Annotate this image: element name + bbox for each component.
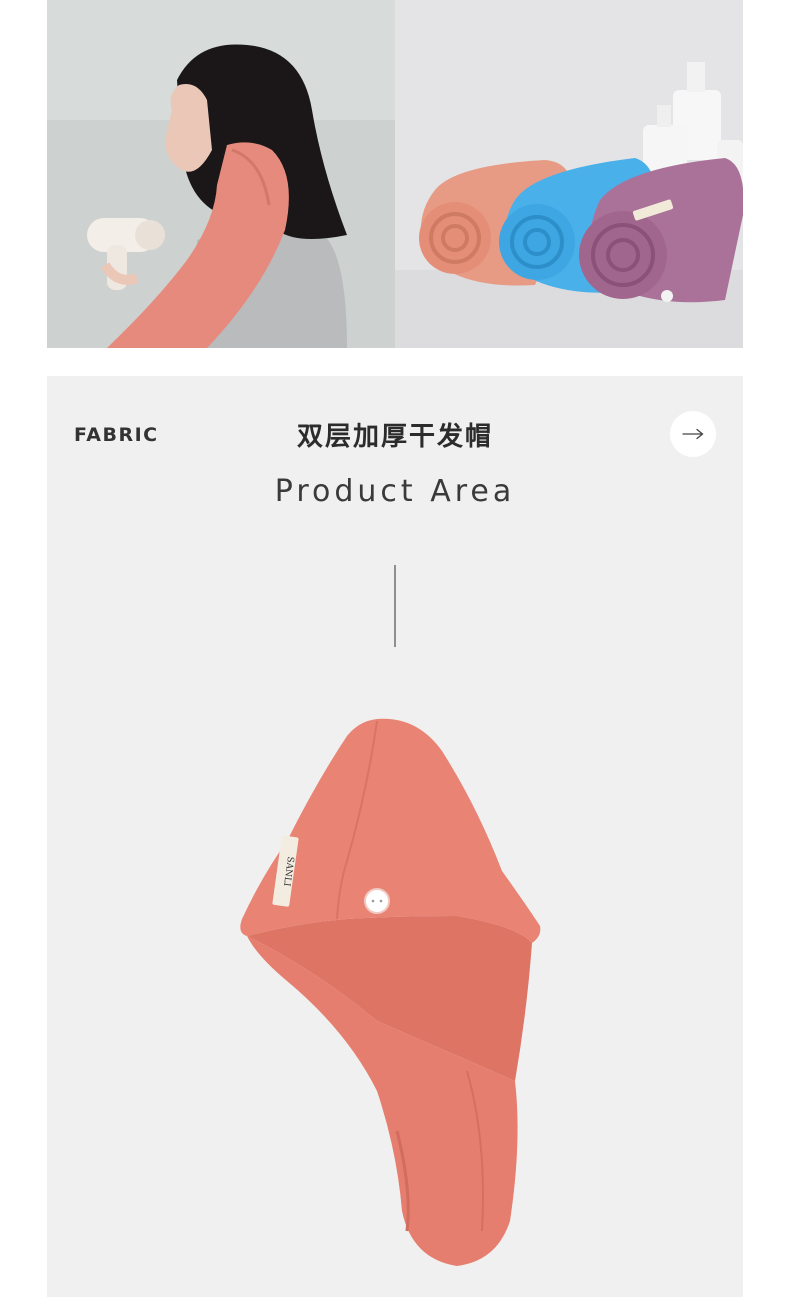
hero-image-rolled-towels (395, 0, 743, 348)
woman-with-towel-illustration (47, 0, 395, 348)
product-image: SANLI (227, 711, 557, 1271)
vertical-divider (394, 565, 396, 647)
hero-images (47, 0, 743, 348)
hero-image-woman (47, 0, 395, 348)
product-section: FABRIC 双层加厚干发帽 Product Area SANLI (47, 376, 743, 1297)
section-title: 双层加厚干发帽 (296, 422, 493, 452)
arrow-right-icon (682, 428, 704, 440)
hair-cap-illustration: SANLI (240, 718, 541, 1266)
rolled-towels-illustration (395, 0, 743, 348)
snap-button-icon (364, 888, 390, 914)
section-subtitle: Product Area (274, 474, 516, 509)
next-button[interactable] (670, 411, 716, 457)
